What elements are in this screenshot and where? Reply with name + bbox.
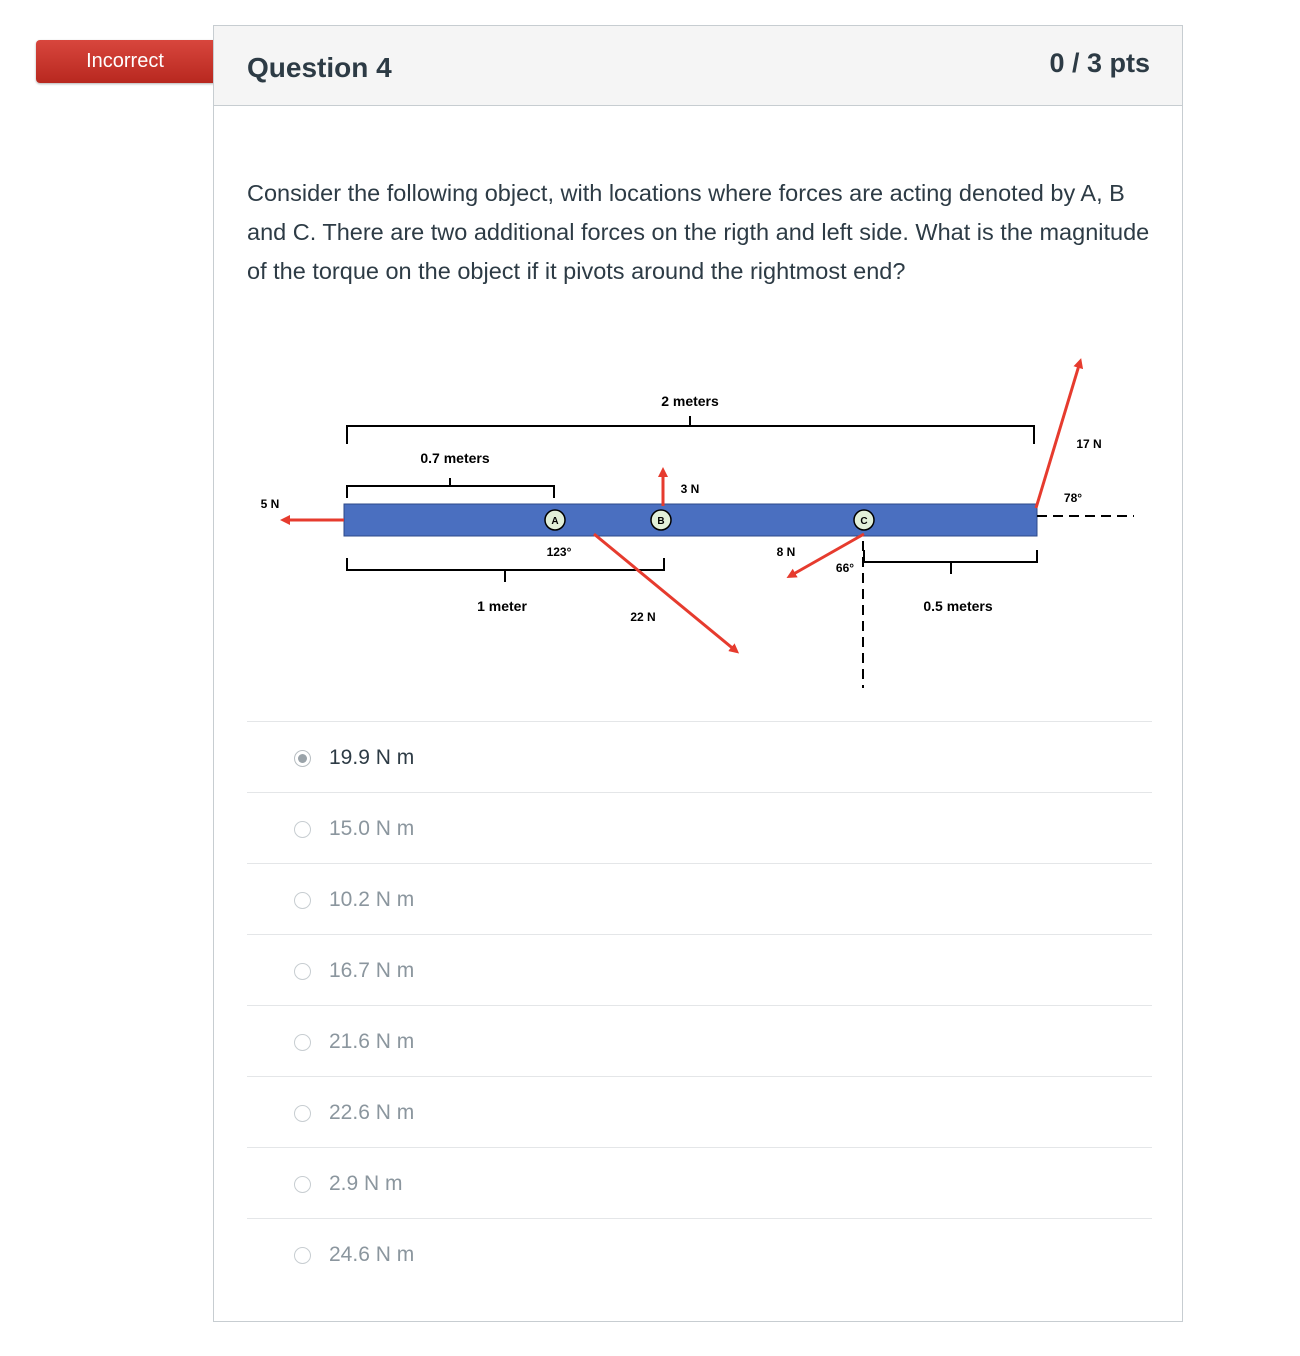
answer-label: 19.9 N m: [329, 746, 415, 769]
radio-icon[interactable]: [294, 1176, 311, 1193]
answer-option-3[interactable]: 10.2 N m: [247, 863, 1152, 934]
point-a-label: A: [551, 516, 558, 527]
incorrect-label: Incorrect: [86, 50, 164, 72]
radio-icon[interactable]: [294, 821, 311, 838]
point-b-label: B: [657, 516, 664, 527]
beam: [343, 503, 1038, 537]
incorrect-flag: Incorrect: [36, 40, 238, 83]
label-1-meter: 1 meter: [477, 598, 527, 614]
radio-icon[interactable]: [294, 963, 311, 980]
answer-label: 24.6 N m: [329, 1243, 415, 1266]
label-8n: 8 N: [777, 545, 796, 559]
radio-selected-icon[interactable]: [294, 750, 311, 767]
radio-icon[interactable]: [294, 1247, 311, 1264]
answer-label: 22.6 N m: [329, 1101, 415, 1124]
label-0.5-meters: 0.5 meters: [923, 598, 992, 614]
brace-0.5-meters: [863, 550, 1038, 574]
force-diagram: A B C 2 meters 0.7 meters 1 meter 0.5 me…: [261, 358, 1134, 688]
label-2-meters: 2 meters: [661, 393, 719, 409]
brace-2-meters: [346, 416, 1035, 444]
answer-label: 15.0 N m: [329, 817, 415, 840]
label-angle-123: 123°: [547, 545, 572, 559]
label-17n: 17 N: [1076, 437, 1101, 451]
brace-1-meter: [346, 558, 665, 582]
answer-option-5[interactable]: 21.6 N m: [247, 1005, 1152, 1076]
question-card: Question 4 0 / 3 pts Consider the follow…: [213, 25, 1183, 1322]
question-points: 0 / 3 pts: [1049, 48, 1150, 78]
answer-option-2[interactable]: 15.0 N m: [247, 792, 1152, 863]
brace-0.7-meters: [346, 478, 555, 498]
radio-icon[interactable]: [294, 892, 311, 909]
answer-label: 21.6 N m: [329, 1030, 415, 1053]
radio-icon[interactable]: [294, 1034, 311, 1051]
label-0.7-meters: 0.7 meters: [420, 450, 489, 466]
label-5n: 5 N: [261, 497, 280, 511]
answer-option-1[interactable]: 19.9 N m: [247, 721, 1152, 792]
radio-icon[interactable]: [294, 1105, 311, 1122]
answer-label: 2.9 N m: [329, 1172, 403, 1195]
point-c-label: C: [860, 516, 867, 527]
label-3n: 3 N: [681, 482, 700, 496]
label-angle-66: 66°: [836, 561, 854, 575]
force-arrow-17n: [1034, 358, 1084, 509]
force-arrow-22n: [593, 532, 740, 654]
answer-list: 19.9 N m 15.0 N m 10.2 N m 16.7 N m 21.6…: [247, 721, 1152, 1289]
question-text: Consider the following object, with loca…: [247, 180, 1150, 284]
answer-option-8[interactable]: 24.6 N m: [247, 1218, 1152, 1289]
label-22n: 22 N: [630, 610, 655, 624]
question-title: Question 4: [247, 52, 392, 83]
answer-label: 10.2 N m: [329, 888, 415, 911]
answer-option-7[interactable]: 2.9 N m: [247, 1147, 1152, 1218]
answer-label: 16.7 N m: [329, 959, 415, 982]
question-header: Question 4 0 / 3 pts: [214, 26, 1182, 106]
label-angle-78: 78°: [1064, 491, 1082, 505]
answer-option-6[interactable]: 22.6 N m: [247, 1076, 1152, 1147]
answer-option-4[interactable]: 16.7 N m: [247, 934, 1152, 1005]
